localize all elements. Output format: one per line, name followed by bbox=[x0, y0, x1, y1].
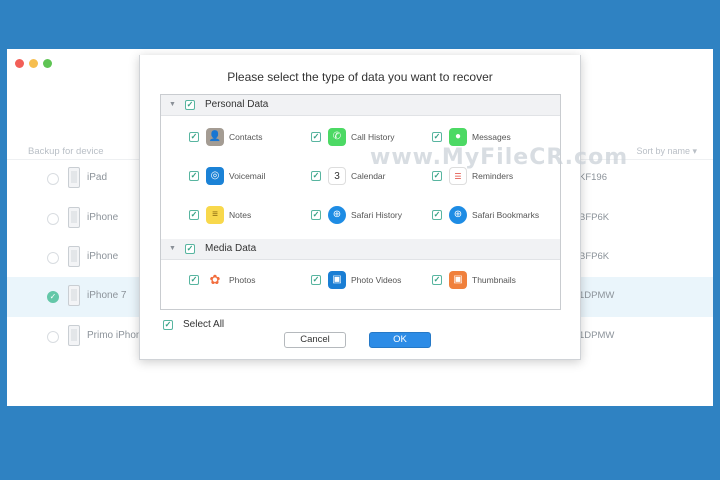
item-label: Contacts bbox=[229, 132, 263, 142]
item-photo-videos[interactable]: ✓ ▣ Photo Videos bbox=[311, 270, 436, 292]
device-code: 1DPMW bbox=[579, 330, 615, 341]
recover-data-dialog: Please select the type of data you want … bbox=[139, 55, 581, 360]
item-label: Safari History bbox=[351, 210, 403, 220]
calendar-checkbox[interactable]: ✓ bbox=[311, 171, 321, 181]
device-radio-selected[interactable]: ✓ bbox=[47, 291, 59, 303]
thumbnails-checkbox[interactable]: ✓ bbox=[432, 275, 442, 285]
window-close-button[interactable] bbox=[15, 59, 24, 68]
safari-bookmarks-icon: ⊕ bbox=[449, 206, 467, 224]
item-label: Thumbnails bbox=[472, 275, 516, 285]
calendar-icon: 3 bbox=[328, 167, 346, 185]
item-label: Safari Bookmarks bbox=[472, 210, 540, 220]
item-label: Reminders bbox=[472, 171, 514, 181]
window-minimize-button[interactable] bbox=[29, 59, 38, 68]
photos-icon: ✿ bbox=[206, 271, 224, 289]
expand-triangle-icon[interactable]: ▼ bbox=[169, 245, 176, 252]
dialog-title: Please select the type of data you want … bbox=[227, 70, 493, 84]
iphone-icon bbox=[68, 207, 80, 228]
call-history-checkbox[interactable]: ✓ bbox=[311, 132, 321, 142]
item-thumbnails[interactable]: ✓ ▣ Thumbnails bbox=[432, 270, 557, 292]
item-label: Photo Videos bbox=[351, 275, 402, 285]
device-code: KF196 bbox=[579, 172, 607, 183]
device-code: 1DPMW bbox=[579, 290, 615, 301]
device-radio[interactable] bbox=[47, 331, 59, 343]
device-name: iPhone 7 bbox=[87, 290, 127, 301]
data-type-list: ▼ ✓ Personal Data ✓ 👤 Contacts ✓ ✆ Call … bbox=[160, 94, 561, 310]
item-label: Messages bbox=[472, 132, 511, 142]
backup-list-header: Backup for device bbox=[28, 146, 104, 157]
item-safari-bookmarks[interactable]: ✓ ⊕ Safari Bookmarks bbox=[432, 205, 557, 227]
device-name: iPad bbox=[87, 172, 108, 183]
device-radio[interactable] bbox=[47, 213, 59, 225]
photos-checkbox[interactable]: ✓ bbox=[189, 275, 199, 285]
iphone-icon bbox=[68, 325, 80, 346]
item-label: Notes bbox=[229, 210, 252, 220]
contacts-checkbox[interactable]: ✓ bbox=[189, 132, 199, 142]
item-label: Voicemail bbox=[229, 171, 266, 181]
phone-icon: ✆ bbox=[328, 128, 346, 146]
item-notes[interactable]: ✓ ≡ Notes bbox=[189, 205, 314, 227]
safari-bookmarks-checkbox[interactable]: ✓ bbox=[432, 210, 442, 220]
reminders-checkbox[interactable]: ✓ bbox=[432, 171, 442, 181]
item-contacts[interactable]: ✓ 👤 Contacts bbox=[189, 127, 314, 149]
thumbnails-icon: ▣ bbox=[449, 271, 467, 289]
personal-data-checkbox[interactable]: ✓ bbox=[185, 100, 195, 110]
safari-history-icon: ⊕ bbox=[328, 206, 346, 224]
window-zoom-button[interactable] bbox=[43, 59, 52, 68]
section-personal-data[interactable]: ▼ ✓ Personal Data bbox=[161, 95, 560, 116]
messages-checkbox[interactable]: ✓ bbox=[432, 132, 442, 142]
select-all-label: Select All bbox=[183, 319, 225, 330]
cancel-button[interactable]: Cancel bbox=[284, 332, 346, 348]
device-name: iPhone bbox=[87, 251, 119, 262]
device-code: BFP6K bbox=[579, 212, 610, 223]
item-voicemail[interactable]: ✓ ◎ Voicemail bbox=[189, 166, 314, 188]
section-label: Personal Data bbox=[205, 99, 269, 110]
item-photos[interactable]: ✓ ✿ Photos bbox=[189, 270, 314, 292]
contacts-icon: 👤 bbox=[206, 128, 224, 146]
item-label: Call History bbox=[351, 132, 395, 142]
item-label: Photos bbox=[229, 275, 256, 285]
device-code: BFP6K bbox=[579, 251, 610, 262]
notes-checkbox[interactable]: ✓ bbox=[189, 210, 199, 220]
watermark-text: www.MyFileCR.com bbox=[370, 145, 629, 170]
photo-videos-checkbox[interactable]: ✓ bbox=[311, 275, 321, 285]
sort-by-name-dropdown[interactable]: Sort by name ▾ bbox=[636, 146, 697, 157]
device-name: iPhone bbox=[87, 212, 119, 223]
iphone-icon bbox=[68, 285, 80, 306]
device-radio[interactable] bbox=[47, 173, 59, 185]
ok-button[interactable]: OK bbox=[369, 332, 431, 348]
safari-history-checkbox[interactable]: ✓ bbox=[311, 210, 321, 220]
iphone-icon bbox=[68, 246, 80, 267]
device-radio[interactable] bbox=[47, 252, 59, 264]
section-label: Media Data bbox=[205, 243, 257, 254]
select-all-checkbox[interactable]: ✓ bbox=[163, 320, 173, 330]
ipad-icon bbox=[68, 167, 80, 188]
voicemail-icon: ◎ bbox=[206, 167, 224, 185]
message-bubble-icon: ● bbox=[449, 128, 467, 146]
photo-videos-icon: ▣ bbox=[328, 271, 346, 289]
media-data-checkbox[interactable]: ✓ bbox=[185, 244, 195, 254]
expand-triangle-icon[interactable]: ▼ bbox=[169, 101, 176, 108]
section-media-data[interactable]: ▼ ✓ Media Data bbox=[161, 239, 560, 260]
notes-icon: ≡ bbox=[206, 206, 224, 224]
item-label: Calendar bbox=[351, 171, 386, 181]
item-safari-history[interactable]: ✓ ⊕ Safari History bbox=[311, 205, 436, 227]
voicemail-checkbox[interactable]: ✓ bbox=[189, 171, 199, 181]
